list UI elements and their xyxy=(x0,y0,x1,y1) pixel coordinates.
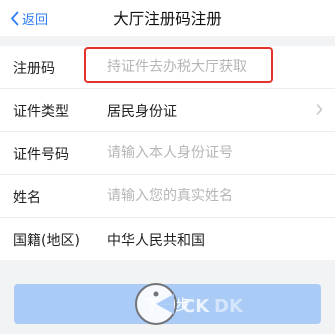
registration-form: 注册码 证件类型 居民身份证 证件号码 姓名 国籍(地区) 中华人民共和国 xyxy=(0,46,335,260)
nationality-label: 国籍(地区) xyxy=(13,233,80,249)
nationality-value: 中华人民共和国 xyxy=(107,233,205,249)
chevron-right-icon xyxy=(316,104,323,115)
id-type-label: 证件类型 xyxy=(13,104,69,120)
watermark-logo-icon: CK DK xyxy=(135,283,244,325)
form-row-nationality[interactable]: 国籍(地区) 中华人民共和国 xyxy=(0,218,335,260)
form-row-id-number: 证件号码 xyxy=(0,132,335,175)
svg-text:DK: DK xyxy=(214,296,244,317)
screen: 返回 大厅注册码注册 注册码 证件类型 居民身份证 证件号码 姓名 国籍(地区) xyxy=(0,0,335,334)
name-input[interactable] xyxy=(105,184,309,208)
id-number-label: 证件号码 xyxy=(13,147,69,163)
form-row-name: 姓名 xyxy=(0,175,335,218)
svg-text:CK: CK xyxy=(182,296,210,317)
navigation-bar: 返回 大厅注册码注册 xyxy=(0,0,335,36)
id-type-value: 居民身份证 xyxy=(107,104,177,120)
form-row-id-type[interactable]: 证件类型 居民身份证 xyxy=(0,89,335,132)
page-title: 大厅注册码注册 xyxy=(113,10,222,28)
id-number-input[interactable] xyxy=(105,141,309,165)
registration-code-label: 注册码 xyxy=(13,61,55,77)
name-label: 姓名 xyxy=(13,190,41,206)
form-row-registration-code: 注册码 xyxy=(0,46,335,89)
highlight-box xyxy=(84,47,273,83)
